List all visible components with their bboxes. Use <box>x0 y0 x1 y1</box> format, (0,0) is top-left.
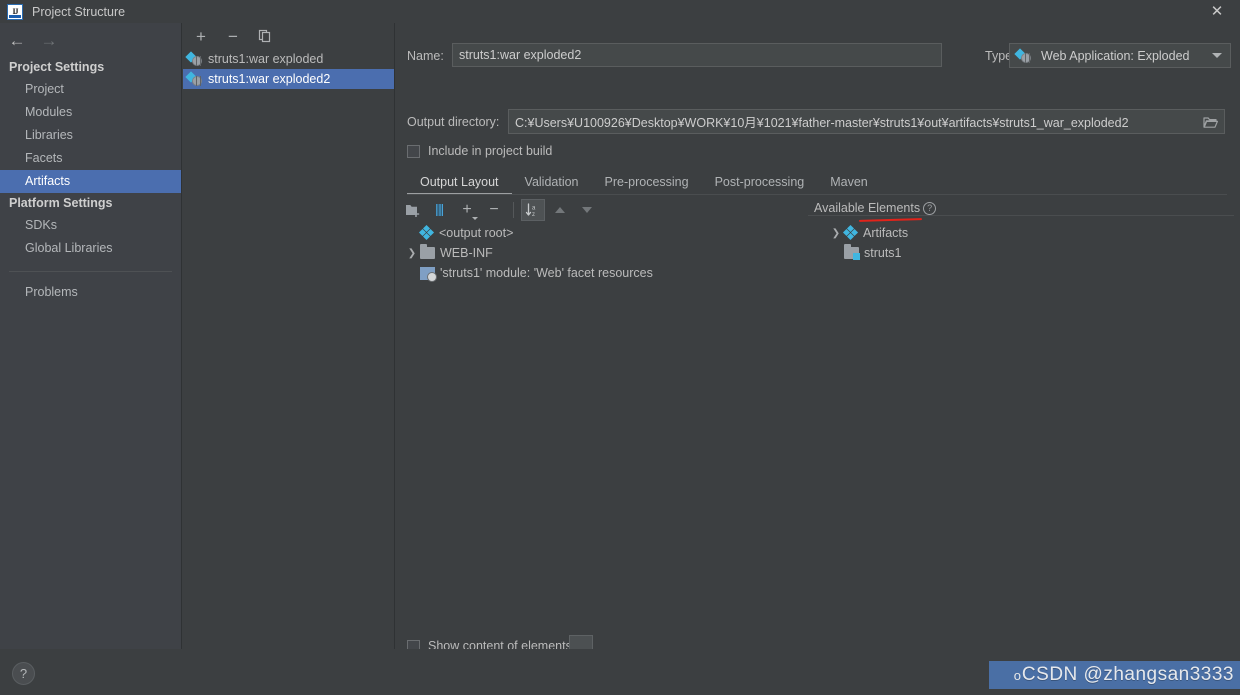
tab-maven[interactable]: Maven <box>817 172 881 195</box>
tree-row[interactable]: ❯ Artifacts <box>814 223 1234 243</box>
help-button[interactable]: ? <box>12 662 35 685</box>
include-in-project-build-row[interactable]: Include in project build <box>407 144 552 158</box>
folder-icon <box>420 244 435 259</box>
tabs-divider <box>407 194 1227 195</box>
sidebar-divider <box>9 271 172 272</box>
chevron-right-icon[interactable]: ❯ <box>404 248 420 259</box>
output-directory-label: Output directory: <box>407 115 500 129</box>
available-elements-header: Available Elements ? <box>814 201 937 215</box>
svg-text:a: a <box>532 205 536 211</box>
chevron-right-icon[interactable]: ❯ <box>828 228 844 239</box>
watermark-text: CSDN @zhangsan3333 <box>1021 664 1234 685</box>
available-elements-tree: ❯ Artifacts struts1 <box>814 223 1234 263</box>
tree-row[interactable]: ❯ WEB-INF <box>396 243 806 263</box>
help-icon[interactable]: ? <box>923 201 937 215</box>
watermark-prefix: o <box>1013 667 1021 683</box>
window-titlebar: IJ Project Structure ✕ <box>0 0 1240 23</box>
tab-output-layout[interactable]: Output Layout <box>407 172 512 195</box>
tree-row[interactable]: › <output root> <box>396 223 806 243</box>
output-layout-tree: › <output root> ❯ WEB-INF 'struts1' modu… <box>396 223 806 283</box>
list-item[interactable]: struts1:war exploded <box>183 49 394 69</box>
sidebar-item-global-libraries[interactable]: Global Libraries <box>0 237 181 260</box>
add-directory-icon[interactable] <box>401 199 425 221</box>
arrow-left-icon[interactable]: ← <box>8 31 26 49</box>
include-in-project-build-label: Include in project build <box>428 144 553 158</box>
arrow-right-icon[interactable]: → <box>40 31 58 49</box>
output-directory-value: C:¥Users¥U100926¥Desktop¥WORK¥10月¥1021¥f… <box>515 116 1129 130</box>
minus-icon[interactable]: − <box>223 26 243 46</box>
window-title: Project Structure <box>32 4 126 19</box>
artifact-item-label: struts1:war exploded2 <box>208 72 331 86</box>
plus-icon[interactable]: + <box>191 26 211 46</box>
sidebar-item-facets[interactable]: Facets <box>0 147 181 170</box>
sidebar-item-project[interactable]: Project <box>0 78 181 101</box>
artifact-icon <box>418 224 435 241</box>
navigation-arrows: ← → <box>0 23 181 57</box>
add-archive-icon[interactable] <box>428 199 452 221</box>
type-dropdown[interactable]: Web Application: Exploded <box>1009 43 1231 68</box>
toolbar-divider <box>513 201 514 218</box>
tree-row-label: <output root> <box>439 226 514 240</box>
detail-tabs: Output Layout Validation Pre-processing … <box>407 171 1227 195</box>
war-exploded-icon <box>185 71 203 87</box>
move-up-icon[interactable] <box>548 199 572 221</box>
facet-resources-icon <box>420 266 437 282</box>
sort-alphabetically-icon[interactable]: a z <box>521 198 545 221</box>
chevron-right-icon: › <box>404 228 420 239</box>
move-down-icon[interactable] <box>575 199 599 221</box>
add-copy-icon[interactable]: + <box>455 199 479 221</box>
output-layout-toolbar: + − a z <box>397 197 807 222</box>
svg-text:z: z <box>532 212 535 217</box>
artifacts-list-panel: + − struts1:war exploded struts1:war exp… <box>183 23 395 649</box>
copy-icon[interactable] <box>255 26 275 46</box>
tree-row-label: Artifacts <box>863 226 909 240</box>
close-icon[interactable]: ✕ <box>1194 0 1240 23</box>
tree-row-label: 'struts1' module: 'Web' facet resources <box>440 266 653 280</box>
available-elements-title: Available Elements <box>814 201 921 215</box>
sidebar-item-artifacts[interactable]: Artifacts <box>0 170 181 193</box>
artifact-detail-panel: Name: struts1:war exploded2 Type: Web Ap… <box>396 23 1240 657</box>
tab-post-processing[interactable]: Post-processing <box>702 172 818 195</box>
sidebar-item-libraries[interactable]: Libraries <box>0 124 181 147</box>
include-in-project-build-checkbox[interactable] <box>407 144 420 158</box>
sidebar-item-modules[interactable]: Modules <box>0 101 181 124</box>
chevron-down-icon <box>1212 53 1222 58</box>
sidebar-item-sdks[interactable]: SDKs <box>0 214 181 237</box>
war-exploded-icon <box>1014 47 1032 64</box>
type-dropdown-value: Web Application: Exploded <box>1041 48 1190 63</box>
sidebar-group-platform-settings: Platform Settings <box>9 196 113 210</box>
available-elements-divider <box>808 215 1234 216</box>
sidebar-group-project-settings: Project Settings <box>9 60 105 74</box>
tab-pre-processing[interactable]: Pre-processing <box>592 172 702 195</box>
name-label: Name: <box>407 49 444 63</box>
tree-row[interactable]: struts1 <box>814 243 1234 263</box>
sidebar-item-problems[interactable]: Problems <box>0 281 181 304</box>
csdn-watermark: o CSDN @zhangsan3333 <box>989 661 1240 689</box>
tree-row[interactable]: 'struts1' module: 'Web' facet resources <box>396 263 806 283</box>
remove-icon[interactable]: − <box>482 199 506 221</box>
tab-validation[interactable]: Validation <box>512 172 592 195</box>
list-item[interactable]: struts1:war exploded2 <box>183 69 394 89</box>
artifact-icon <box>842 224 859 241</box>
artifact-item-label: struts1:war exploded <box>208 52 324 66</box>
name-input[interactable]: struts1:war exploded2 <box>452 43 942 67</box>
intellij-idea-logo-icon: IJ <box>7 3 23 20</box>
artifacts-list-toolbar: + − <box>183 23 394 49</box>
settings-sidebar: ← → Project Settings Project Modules Lib… <box>0 23 182 649</box>
module-icon <box>844 244 860 260</box>
tree-row-label: struts1 <box>864 246 902 260</box>
war-exploded-icon <box>185 51 203 67</box>
tree-row-label: WEB-INF <box>440 246 493 260</box>
folder-open-icon[interactable] <box>1203 116 1218 132</box>
output-directory-input[interactable]: C:¥Users¥U100926¥Desktop¥WORK¥10月¥1021¥f… <box>508 109 1225 134</box>
